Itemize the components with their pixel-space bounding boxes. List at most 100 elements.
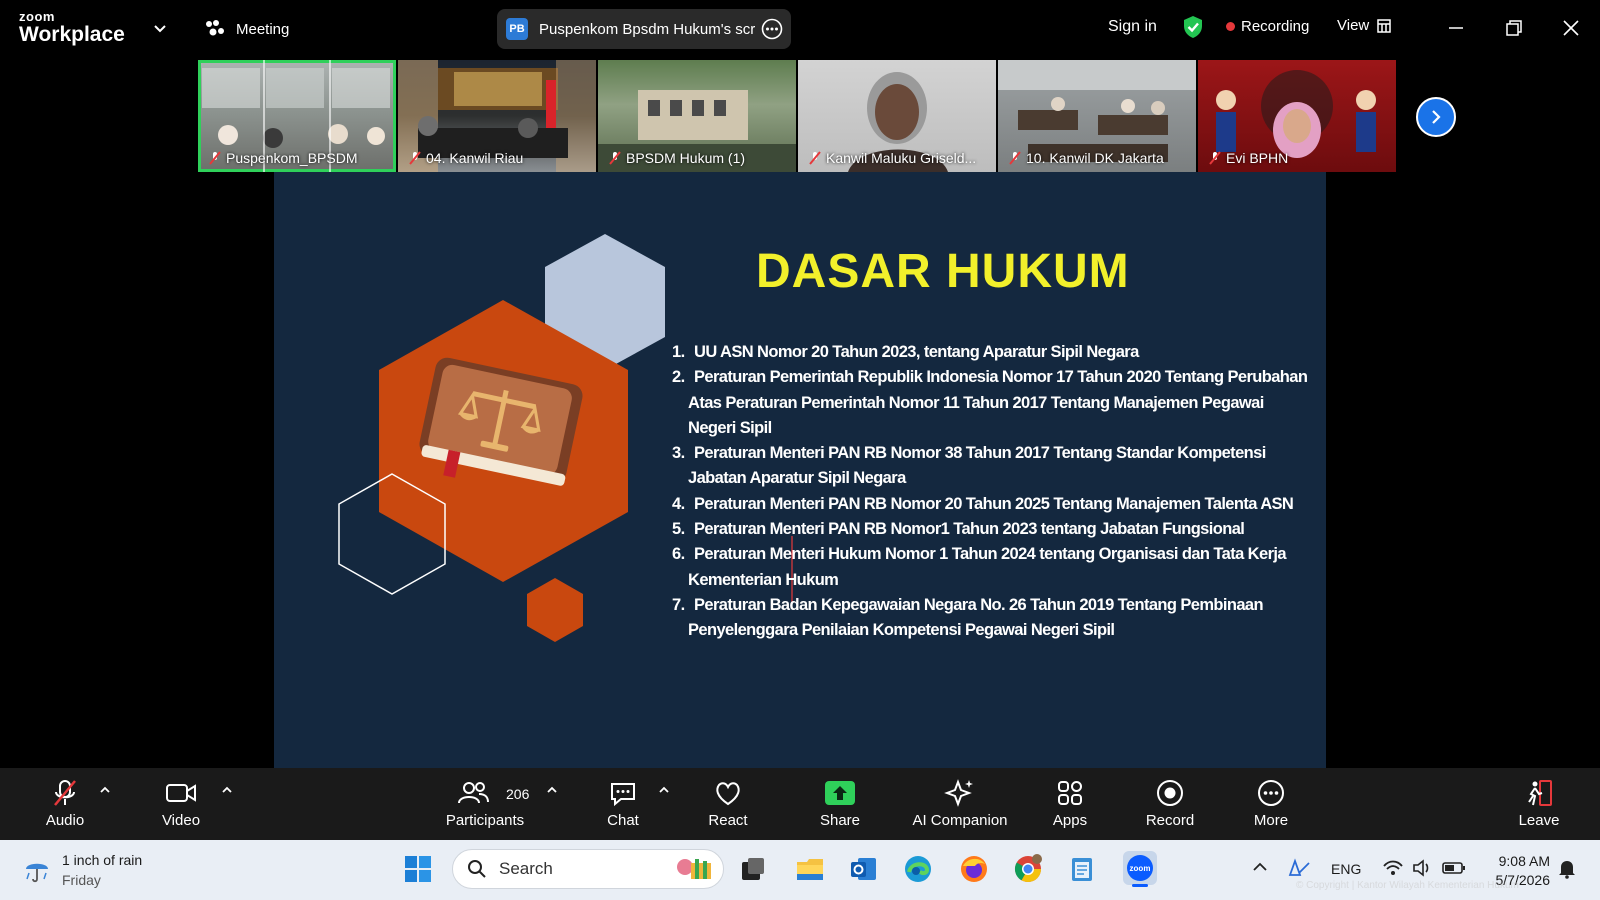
chevron-up-icon[interactable]: [221, 784, 233, 796]
shield-check-icon[interactable]: [1182, 15, 1204, 39]
chrome-icon[interactable]: [1013, 854, 1043, 884]
umbrella-rain-icon: [26, 863, 48, 883]
participant-tile[interactable]: 04. Kanwil Riau: [398, 60, 596, 172]
zoom-app-icon[interactable]: zoom: [1123, 851, 1157, 887]
search-highlight-icon: [677, 859, 711, 879]
ai-companion-button[interactable]: AI Companion: [905, 778, 1015, 834]
pen-location-icon[interactable]: [1285, 855, 1311, 881]
apps-icon: [1058, 781, 1082, 805]
view-label: View: [1337, 17, 1370, 34]
share-title: Puspenkom Bpsdm Hukum's scr: [539, 20, 755, 38]
participant-tile[interactable]: Puspenkom_BPSDM: [198, 60, 396, 172]
mic-muted-icon: [409, 151, 421, 165]
participant-name: 04. Kanwil Riau: [398, 150, 523, 166]
small-orange-hexagon: [527, 578, 583, 642]
record-button[interactable]: Record: [1143, 778, 1197, 834]
more-button[interactable]: More: [1249, 778, 1293, 834]
chevron-up-icon[interactable]: [99, 784, 111, 796]
outlook-icon[interactable]: [848, 854, 878, 884]
search-placeholder: Search: [499, 859, 553, 878]
weather-widget[interactable]: 1 inch of rain Friday: [22, 850, 142, 890]
zoom-window: zoom Workplace Meeting PB Puspenkom Bpsd…: [0, 0, 1600, 900]
sign-in-link[interactable]: Sign in: [1108, 18, 1157, 36]
clock-time: 9:08 AM: [1498, 853, 1550, 869]
presentation-slide: DASAR HUKUM 1. UU ASN Nomor 20 Tahun 2023…: [274, 172, 1326, 768]
brand-big: Workplace: [19, 23, 125, 46]
firefox-icon[interactable]: [959, 854, 989, 884]
chat-button[interactable]: Chat: [605, 778, 641, 834]
participant-strip: Puspenkom_BPSDM 04. Kanwil Riau BPSDM Hu…: [198, 60, 1402, 172]
mic-muted-icon: [809, 151, 821, 165]
mic-muted-icon: [209, 151, 221, 165]
notepad-icon[interactable]: [1067, 854, 1097, 884]
more-icon: [1258, 780, 1284, 806]
wifi-icon[interactable]: [1382, 857, 1404, 879]
grid-icon: [1377, 18, 1391, 33]
brand-small: zoom: [19, 9, 55, 24]
sparkle-icon: [944, 779, 973, 807]
share-button[interactable]: Share: [816, 778, 864, 834]
minimize-icon[interactable]: [1444, 16, 1468, 40]
file-explorer-icon[interactable]: [795, 854, 825, 884]
chevron-down-icon[interactable]: [152, 20, 168, 36]
zoom-logo[interactable]: zoom Workplace: [19, 10, 125, 45]
taskbar-search[interactable]: Search: [452, 849, 724, 889]
list-item: 2. Peraturan Pemerintah Republik Indonesi…: [672, 368, 1308, 437]
participant-name: 10. Kanwil DK Jakarta: [998, 150, 1164, 166]
shared-screen: DASAR HUKUM 1. UU ASN Nomor 20 Tahun 2023…: [0, 172, 1600, 768]
list-item: 7. Peraturan Badan Kepegawaian Negara No.…: [672, 595, 1264, 640]
volume-icon[interactable]: [1411, 857, 1433, 879]
heart-icon: [716, 782, 740, 806]
chevron-up-icon[interactable]: [658, 784, 670, 796]
participant-tile[interactable]: Evi BPHN: [1198, 60, 1396, 172]
recording-dot-icon: [1226, 22, 1235, 31]
os-taskbar: 1 inch of rain Friday Search zoom ENG 9:…: [0, 840, 1600, 900]
windows-start-icon[interactable]: [403, 854, 433, 884]
more-options-icon[interactable]: [761, 18, 783, 40]
title-bar: zoom Workplace Meeting PB Puspenkom Bpsd…: [0, 0, 1600, 58]
chat-icon: [611, 783, 635, 807]
list-item: 5. Peraturan Menteri PAN RB Nomor1 Tahun …: [672, 520, 1245, 539]
participant-name: Puspenkom_BPSDM: [198, 150, 358, 166]
svg-text:zoom: zoom: [1130, 864, 1151, 873]
participant-name: Evi BPHN: [1198, 150, 1288, 166]
view-button[interactable]: View: [1337, 17, 1391, 34]
edge-icon[interactable]: [903, 854, 933, 884]
meeting-label: Meeting: [236, 20, 290, 38]
mic-muted-icon: [54, 780, 76, 806]
chevron-up-icon[interactable]: [1251, 858, 1269, 876]
battery-icon[interactable]: [1442, 859, 1466, 877]
restore-icon[interactable]: [1502, 16, 1526, 40]
screen-share-indicator[interactable]: PB Puspenkom Bpsdm Hukum's scr: [497, 9, 791, 49]
weather-line1: 1 inch of rain: [62, 852, 143, 868]
notification-bell-icon[interactable]: [1556, 857, 1578, 879]
search-icon: [468, 860, 486, 878]
participant-name: Kanwil Maluku Griseld...: [798, 150, 976, 166]
audio-button[interactable]: Audio: [40, 778, 90, 834]
leave-icon: [1528, 780, 1552, 806]
language-indicator[interactable]: ENG: [1331, 861, 1361, 877]
video-button[interactable]: Video: [155, 778, 207, 834]
apps-button[interactable]: Apps: [1048, 778, 1092, 834]
meeting-icon: [206, 20, 224, 36]
slide-title: DASAR HUKUM: [756, 245, 1130, 298]
mic-muted-icon: [1009, 151, 1021, 165]
participant-tile[interactable]: Kanwil Maluku Griseld...: [798, 60, 996, 172]
recording-indicator[interactable]: Recording: [1226, 18, 1309, 35]
chevron-up-icon[interactable]: [546, 784, 558, 796]
participant-name: BPSDM Hukum (1): [598, 150, 745, 166]
task-view-icon[interactable]: [738, 854, 768, 884]
meeting-button[interactable]: Meeting: [204, 16, 289, 42]
sharer-avatar: PB: [506, 18, 528, 40]
mic-muted-icon: [609, 151, 621, 165]
participant-tile[interactable]: BPSDM Hukum (1): [598, 60, 796, 172]
next-page-button[interactable]: [1416, 97, 1456, 137]
list-item: 1. UU ASN Nomor 20 Tahun 2023, tentang Ap…: [672, 343, 1139, 361]
participant-tile[interactable]: 10. Kanwil DK Jakarta: [998, 60, 1196, 172]
close-icon[interactable]: [1559, 16, 1583, 40]
react-button[interactable]: React: [706, 778, 750, 834]
leave-button[interactable]: Leave: [1516, 778, 1562, 834]
weather-line2: Friday: [62, 872, 101, 888]
participants-count: 206: [506, 786, 530, 802]
share-screen-icon: [825, 781, 855, 805]
